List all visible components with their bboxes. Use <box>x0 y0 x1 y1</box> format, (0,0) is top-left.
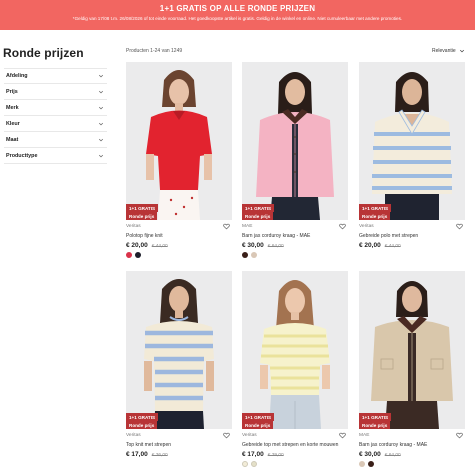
color-swatch[interactable] <box>368 461 374 467</box>
heart-icon[interactable] <box>339 223 346 230</box>
product-image[interactable]: 1+1 GRATIS Ronde prijs <box>359 62 465 220</box>
heart-icon[interactable] <box>339 432 346 439</box>
filter-label: Kleur <box>6 120 20 127</box>
sort-dropdown[interactable]: Relevantie <box>432 48 465 54</box>
original-price: € 39,00 <box>267 453 284 458</box>
color-swatch[interactable] <box>242 461 248 467</box>
promo-badge: 1+1 GRATIS <box>359 204 392 212</box>
color-swatch[interactable] <box>251 252 257 258</box>
color-swatches <box>242 252 348 258</box>
original-price: € 44,00 <box>151 244 168 249</box>
price-badge: Ronde prijs <box>242 212 274 220</box>
filter-kleur[interactable]: Kleur <box>4 116 107 132</box>
result-count: Producten 1-24 van 1249 <box>126 48 183 54</box>
sale-price: € 30,00 <box>242 242 264 249</box>
heart-icon[interactable] <box>223 432 230 439</box>
product-name[interactable]: Top knit met strepen <box>126 442 232 448</box>
promo-title: 1+1 GRATIS OP ALLE RONDE PRIJZEN <box>159 4 316 13</box>
original-price: € 44,00 <box>384 244 401 249</box>
product-brand: MAE <box>242 224 253 229</box>
sale-price: € 30,00 <box>359 451 381 458</box>
product-name[interactable]: Barn jas corduroy kraag - MAE <box>242 233 348 239</box>
price-row: € 20,00 € 44,00 <box>359 242 465 249</box>
filter-label: Merk <box>6 104 19 111</box>
color-swatches <box>359 461 465 467</box>
promo-badge: 1+1 GRATIS <box>242 204 275 212</box>
filter-prijs[interactable]: Prijs <box>4 84 107 100</box>
original-price: € 36,00 <box>151 453 168 458</box>
filter-maat[interactable]: Maat <box>4 132 107 148</box>
product-card[interactable]: 1+1 GRATIS Ronde prijs MAE Barn jas cord… <box>359 271 465 467</box>
product-card[interactable]: 1+1 GRATIS Ronde prijs Veritas Gebreide … <box>242 271 348 467</box>
original-price: € 64,00 <box>267 244 284 249</box>
promo-badge: 1+1 GRATIS <box>359 413 392 421</box>
chevron-down-icon <box>459 49 464 53</box>
product-name[interactable]: Gebreide top met strepen en korte mouwen <box>242 442 348 448</box>
price-badge: Ronde prijs <box>359 212 391 220</box>
color-swatch[interactable] <box>135 252 141 258</box>
filter-sidebar: Afdeling Prijs Merk Kleur Maat Productty… <box>4 68 107 164</box>
chevron-down-icon <box>98 122 104 125</box>
product-brand: Veritas <box>359 224 374 229</box>
filter-label: Afdeling <box>6 73 28 79</box>
product-image[interactable]: 1+1 GRATIS Ronde prijs <box>359 271 465 429</box>
product-card[interactable]: 1+1 GRATIS Ronde prijs Veritas Top knit … <box>126 271 232 458</box>
filter-label: Producttype <box>6 152 38 159</box>
color-swatch[interactable] <box>359 461 365 467</box>
product-brand: Veritas <box>126 433 141 438</box>
filter-merk[interactable]: Merk <box>4 100 107 116</box>
color-swatch[interactable] <box>126 252 132 258</box>
product-brand: Veritas <box>126 224 141 229</box>
sale-price: € 20,00 <box>359 242 381 249</box>
product-image[interactable]: 1+1 GRATIS Ronde prijs <box>242 271 348 429</box>
sale-price: € 17,00 <box>242 451 264 458</box>
color-swatches <box>242 461 348 467</box>
promo-terms: *Geldig van 17/08 t.m. 26/08/2026 of tot… <box>72 16 403 21</box>
color-swatch[interactable] <box>251 461 257 467</box>
original-price: € 64,00 <box>384 453 401 458</box>
product-image[interactable]: 1+1 GRATIS Ronde prijs <box>126 62 232 220</box>
product-card[interactable]: 1+1 GRATIS Ronde prijs Veritas Gebreide … <box>359 62 465 249</box>
price-row: € 17,00 € 39,00 <box>242 451 348 458</box>
promo-badge: 1+1 GRATIS <box>126 204 159 212</box>
sale-price: € 20,00 <box>126 242 148 249</box>
chevron-down-icon <box>98 90 104 93</box>
product-image[interactable]: 1+1 GRATIS Ronde prijs <box>242 62 348 220</box>
chevron-down-icon <box>98 138 104 141</box>
product-card[interactable]: 1+1 GRATIS Ronde prijs Veritas Polotop f… <box>126 62 232 258</box>
heart-icon[interactable] <box>223 223 230 230</box>
filter-label: Prijs <box>6 88 18 95</box>
chevron-down-icon <box>98 74 104 78</box>
sort-label: Relevantie <box>432 48 456 54</box>
promo-badge: 1+1 GRATIS <box>126 413 159 421</box>
filter-afdeling[interactable]: Afdeling <box>4 68 107 84</box>
page-title: Ronde prijzen <box>3 46 84 60</box>
price-row: € 30,00 € 64,00 <box>242 242 348 249</box>
price-badge: Ronde prijs <box>126 421 158 429</box>
product-brand: MAE <box>359 433 370 438</box>
filter-label: Maat <box>6 136 19 143</box>
price-badge: Ronde prijs <box>359 421 391 429</box>
price-row: € 20,00 € 44,00 <box>126 242 232 249</box>
product-name[interactable]: Gebreide polo met strepen <box>359 233 465 239</box>
promo-badge: 1+1 GRATIS <box>242 413 275 421</box>
color-swatch[interactable] <box>242 252 248 258</box>
product-image[interactable]: 1+1 GRATIS Ronde prijs <box>126 271 232 429</box>
product-name[interactable]: Polotop fijne knit <box>126 233 232 239</box>
color-swatches <box>126 252 232 258</box>
filter-producttype[interactable]: Producttype <box>4 148 107 164</box>
product-card[interactable]: 1+1 GRATIS Ronde prijs MAE Barn jas cord… <box>242 62 348 258</box>
price-row: € 17,00 € 36,00 <box>126 451 232 458</box>
price-badge: Ronde prijs <box>126 212 158 220</box>
price-row: € 30,00 € 64,00 <box>359 451 465 458</box>
chevron-down-icon <box>98 106 104 109</box>
price-badge: Ronde prijs <box>242 421 274 429</box>
heart-icon[interactable] <box>456 223 463 230</box>
product-brand: Veritas <box>242 433 257 438</box>
heart-icon[interactable] <box>456 432 463 439</box>
chevron-down-icon <box>98 154 104 157</box>
product-name[interactable]: Barn jas corduroy kraag - MAE <box>359 442 465 448</box>
promo-banner[interactable]: 1+1 GRATIS OP ALLE RONDE PRIJZEN *Geldig… <box>0 0 475 30</box>
sale-price: € 17,00 <box>126 451 148 458</box>
